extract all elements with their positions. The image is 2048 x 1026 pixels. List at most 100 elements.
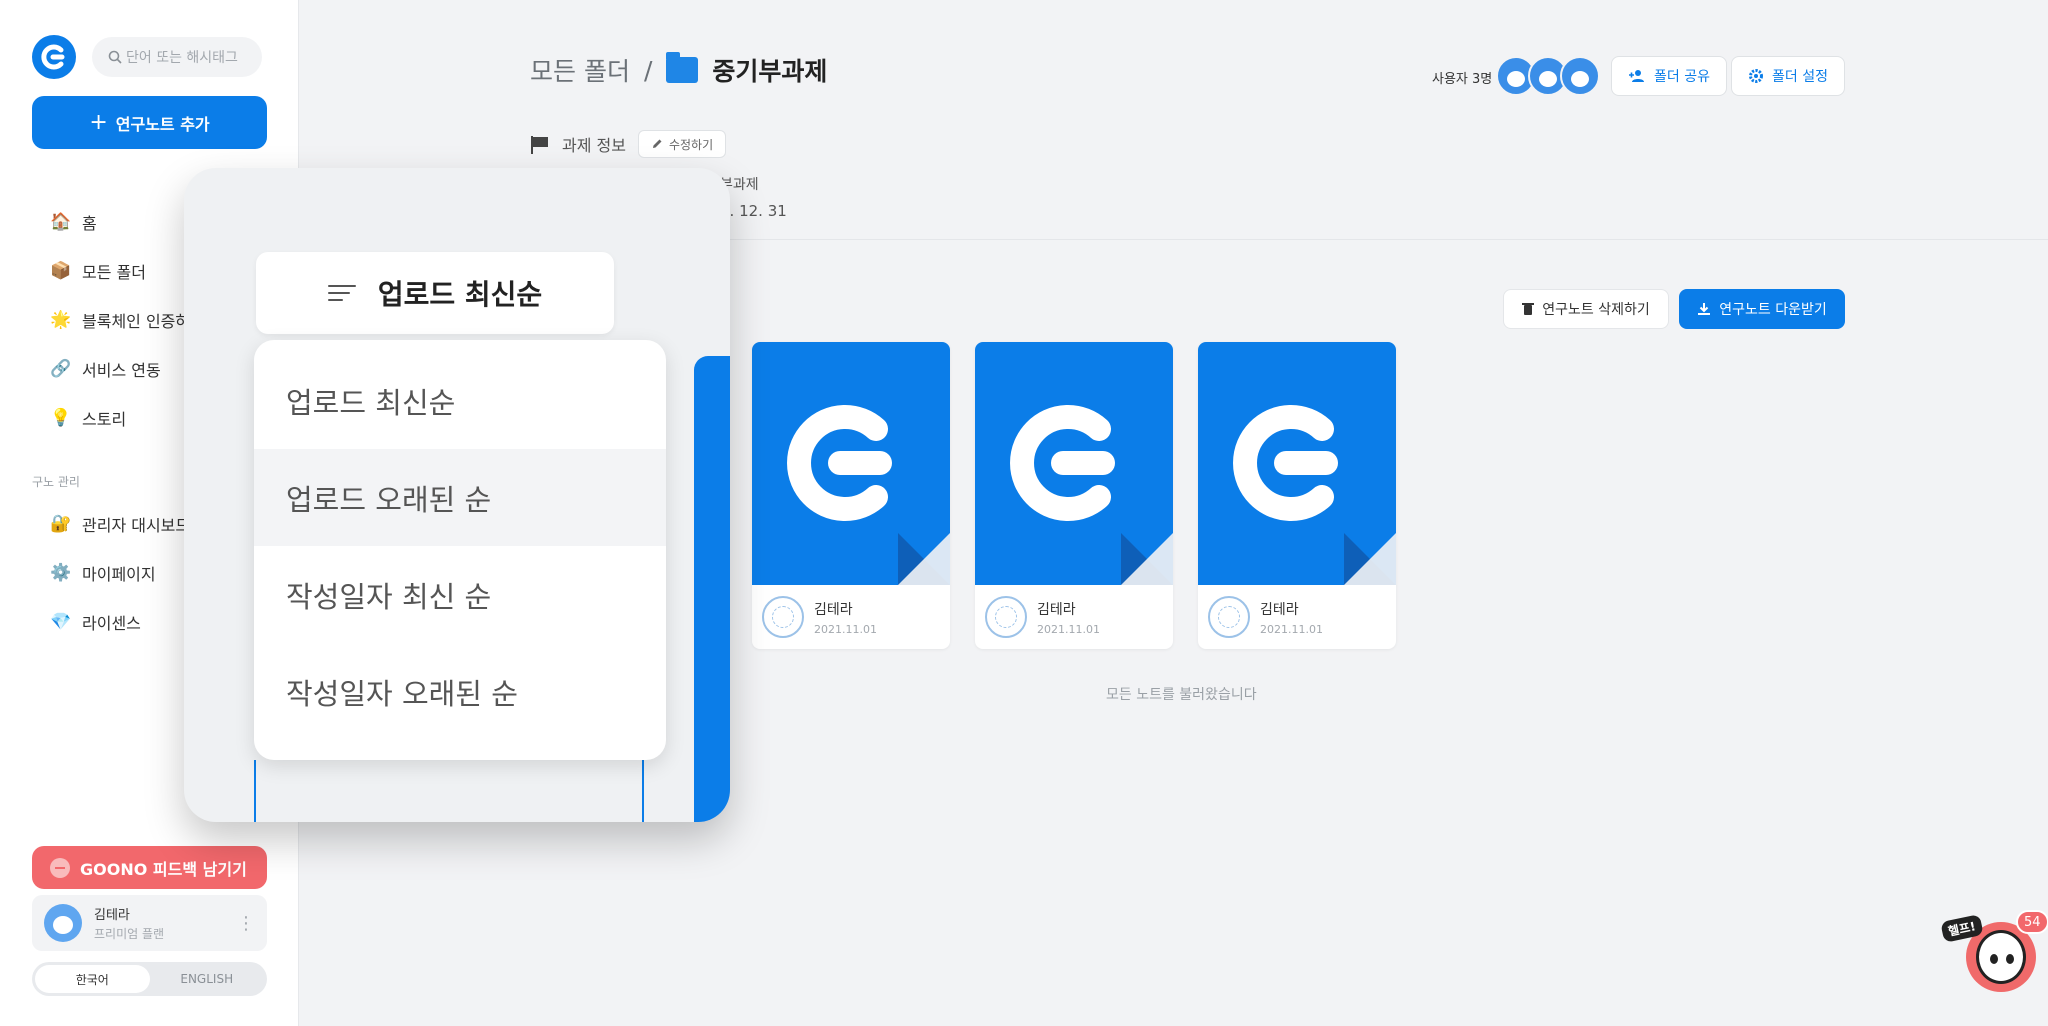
user-profile-card[interactable]: 김테라 프리미엄 플랜 ⋮ bbox=[32, 895, 267, 951]
task-date-value: 1. 12. 31 bbox=[720, 202, 787, 220]
sort-select-outline bbox=[254, 760, 644, 822]
member-avatars[interactable] bbox=[1496, 56, 1600, 96]
note-author: 김테라 bbox=[1037, 601, 1076, 618]
sidebar-item-all-folders[interactable]: 📦 모든 폴더 bbox=[50, 259, 146, 283]
sort-select[interactable]: 업로드 최신순 bbox=[256, 252, 614, 334]
delete-label: 연구노트 삭제하기 bbox=[1542, 302, 1650, 318]
sort-dropdown-panel: 업로드 최신순 업로드 최신순 업로드 오래된 순 작성일자 최신 순 작성일자… bbox=[184, 168, 730, 822]
settings-label: 폴더 설정 bbox=[1772, 69, 1828, 85]
sidebar-item-admin-dashboard[interactable]: 🔐 관리자 대시보드 bbox=[50, 512, 190, 536]
language-toggle: 한국어 ENGLISH bbox=[32, 962, 267, 996]
add-research-note-button[interactable]: + 연구노트 추가 bbox=[32, 96, 267, 149]
notification-badge: 54 bbox=[2016, 910, 2048, 934]
note-card-edge bbox=[694, 356, 730, 822]
folder-settings-button[interactable]: 폴더 설정 bbox=[1731, 56, 1845, 96]
sidebar-item-label: 서비스 연동 bbox=[82, 361, 161, 380]
gear-icon bbox=[1749, 69, 1763, 83]
search-placeholder: 단어 또는 해시태그 bbox=[126, 50, 238, 66]
sort-option-upload-oldest[interactable]: 업로드 오래된 순 bbox=[254, 449, 666, 546]
download-notes-button[interactable]: 연구노트 다운받기 bbox=[1679, 289, 1845, 329]
sidebar-item-label: 스토리 bbox=[82, 410, 127, 429]
avatar bbox=[1560, 56, 1600, 96]
sidebar-item-mypage[interactable]: ⚙️ 마이페이지 bbox=[50, 561, 156, 585]
pencil-icon bbox=[652, 139, 662, 148]
seal-icon bbox=[762, 596, 804, 638]
goono-logo-icon bbox=[1233, 405, 1338, 521]
sidebar-item-label: 홈 bbox=[82, 214, 97, 233]
language-korean[interactable]: 한국어 bbox=[35, 965, 150, 993]
edit-label: 수정하기 bbox=[668, 137, 714, 152]
breadcrumb-separator: / bbox=[643, 55, 653, 85]
user-count-label: 사용자 3명 bbox=[1432, 72, 1493, 87]
sort-option-upload-newest[interactable]: 업로드 최신순 bbox=[254, 352, 666, 449]
sidebar-item-integrations[interactable]: 🔗 서비스 연동 bbox=[50, 357, 161, 381]
goono-logo-icon bbox=[787, 405, 892, 521]
note-card[interactable]: 김테라 2021.11.01 bbox=[975, 342, 1173, 649]
folder-icon bbox=[666, 52, 699, 83]
seal-icon bbox=[985, 596, 1027, 638]
flag-icon bbox=[530, 136, 550, 154]
page-title: 중기부과제 bbox=[712, 57, 828, 86]
sidebar-item-label: 모든 폴더 bbox=[82, 263, 146, 282]
language-english[interactable]: ENGLISH bbox=[150, 965, 265, 993]
search-input[interactable]: 단어 또는 해시태그 bbox=[92, 37, 262, 77]
note-date: 2021.11.01 bbox=[814, 622, 877, 636]
note-date: 2021.11.01 bbox=[1260, 622, 1323, 636]
feedback-label: GOONO 피드백 남기기 bbox=[80, 859, 247, 879]
more-options-icon[interactable]: ⋮ bbox=[237, 913, 255, 934]
note-author: 김테라 bbox=[1260, 601, 1299, 618]
sidebar-item-story[interactable]: 💡 스토리 bbox=[50, 406, 126, 430]
note-thumbnail bbox=[752, 342, 950, 585]
message-icon bbox=[50, 857, 70, 878]
sidebar-item-label: 관리자 대시보드 bbox=[82, 516, 191, 535]
note-card[interactable]: 김테라 2021.11.01 bbox=[752, 342, 950, 649]
home-icon: 🏠 bbox=[50, 212, 72, 232]
gem-icon: 💎 bbox=[50, 612, 72, 632]
help-chat-button[interactable]: 헬프! 54 bbox=[1940, 910, 2048, 1002]
add-note-label: 연구노트 추가 bbox=[115, 114, 210, 134]
goono-logo-icon[interactable] bbox=[32, 35, 76, 79]
avatar bbox=[44, 904, 82, 942]
sort-icon bbox=[327, 285, 356, 301]
download-label: 연구노트 다운받기 bbox=[1719, 302, 1827, 318]
sort-selected-label: 업로드 최신순 bbox=[377, 278, 543, 311]
plus-icon: + bbox=[89, 110, 108, 135]
feedback-button[interactable]: GOONO 피드백 남기기 bbox=[32, 846, 267, 889]
sort-option-created-newest[interactable]: 작성일자 최신 순 bbox=[254, 546, 666, 643]
sidebar-item-label: 마이페이지 bbox=[82, 565, 156, 584]
note-thumbnail bbox=[1198, 342, 1396, 585]
share-label: 폴더 공유 bbox=[1654, 69, 1710, 85]
breadcrumb: 모든 폴더 / 중기부과제 bbox=[530, 52, 827, 88]
user-name: 김테라 bbox=[94, 908, 130, 923]
note-date: 2021.11.01 bbox=[1037, 622, 1100, 636]
note-card[interactable]: 김테라 2021.11.01 bbox=[1198, 342, 1396, 649]
sidebar-item-label: 블록체인 인증하 bbox=[82, 312, 191, 331]
trash-icon bbox=[1522, 303, 1535, 315]
sort-options-menu: 업로드 최신순 업로드 오래된 순 작성일자 최신 순 작성일자 오래된 순 bbox=[254, 340, 666, 760]
seal-icon bbox=[1208, 596, 1250, 638]
link-icon: 🔗 bbox=[50, 359, 72, 379]
all-notes-loaded-message: 모든 노트를 불러왔습니다 bbox=[1106, 687, 1257, 703]
gear-icon: ⚙️ bbox=[50, 563, 72, 583]
box-icon: 📦 bbox=[50, 261, 72, 281]
edit-task-button[interactable]: 수정하기 bbox=[637, 130, 727, 158]
sidebar-item-license[interactable]: 💎 라이센스 bbox=[50, 610, 140, 634]
section-label-management: 구노 관리 bbox=[32, 475, 80, 489]
sort-option-created-oldest[interactable]: 작성일자 오래된 순 bbox=[254, 643, 666, 740]
user-plan: 프리미엄 플랜 bbox=[94, 927, 165, 941]
task-info-row: 과제 정보 수정하기 bbox=[530, 130, 727, 158]
delete-notes-button[interactable]: 연구노트 삭제하기 bbox=[1503, 289, 1669, 329]
lightbulb-icon: 💡 bbox=[50, 408, 72, 428]
download-icon bbox=[1698, 303, 1711, 315]
note-thumbnail bbox=[975, 342, 1173, 585]
share-folder-button[interactable]: 폴더 공유 bbox=[1611, 56, 1727, 96]
task-info-label: 과제 정보 bbox=[562, 136, 626, 155]
add-user-icon bbox=[1629, 70, 1644, 82]
search-icon bbox=[108, 50, 122, 64]
star-icon: 🌟 bbox=[50, 310, 72, 330]
breadcrumb-root[interactable]: 모든 폴더 bbox=[530, 52, 630, 88]
goono-logo-icon bbox=[1010, 405, 1115, 521]
note-author: 김테라 bbox=[814, 601, 853, 618]
sidebar-item-home[interactable]: 🏠 홈 bbox=[50, 210, 97, 234]
sidebar-item-blockchain[interactable]: 🌟 블록체인 인증하 bbox=[50, 308, 190, 332]
